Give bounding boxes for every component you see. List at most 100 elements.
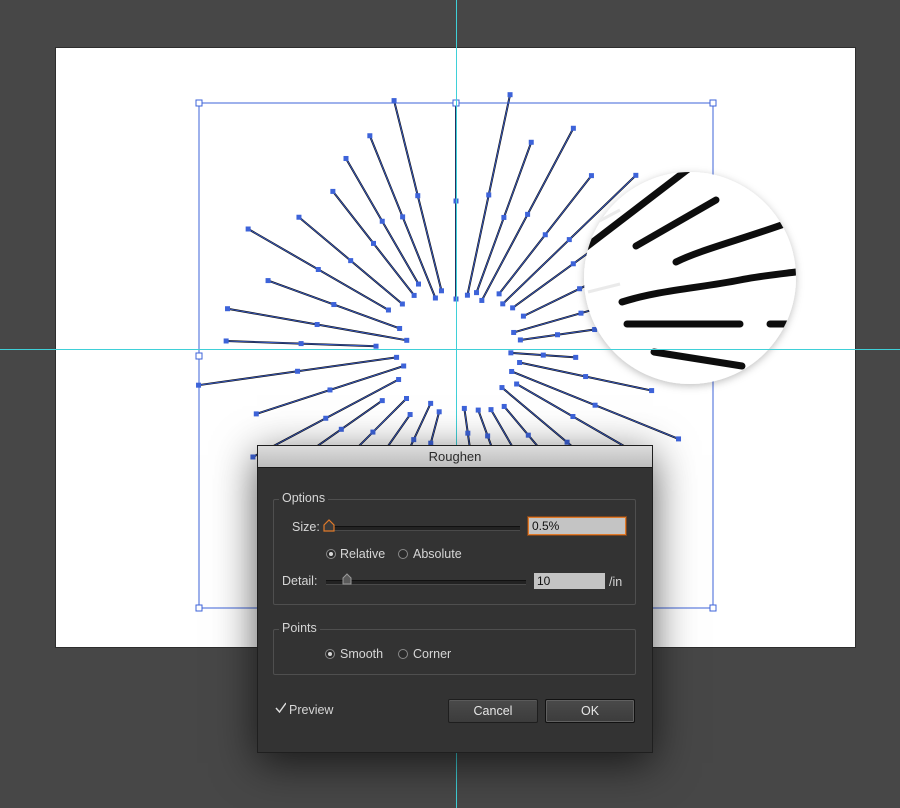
anchor-point[interactable] (511, 329, 517, 335)
anchor-point[interactable] (578, 310, 584, 316)
anchor-point[interactable] (676, 436, 682, 442)
checkmark-icon[interactable] (275, 702, 286, 713)
anchor-point[interactable] (330, 188, 336, 194)
anchor-point[interactable] (583, 374, 589, 380)
anchor-point[interactable] (517, 337, 523, 343)
ok-button[interactable]: OK (545, 699, 635, 723)
size-slider-thumb[interactable] (323, 519, 335, 532)
bounding-box-handle[interactable] (195, 99, 203, 107)
anchor-point[interactable] (379, 218, 385, 224)
anchor-point[interactable] (474, 290, 480, 296)
bounding-box-handle[interactable] (709, 99, 717, 107)
anchor-point[interactable] (407, 412, 413, 418)
anchor-point[interactable] (373, 343, 379, 349)
bounding-box-handle[interactable] (195, 604, 203, 612)
anchor-point[interactable] (338, 426, 344, 432)
anchor-point[interactable] (367, 133, 373, 139)
anchor-point[interactable] (401, 363, 407, 369)
size-input[interactable]: 0.5% (528, 517, 626, 535)
detail-input[interactable]: 10 (534, 573, 605, 589)
anchor-point[interactable] (592, 327, 598, 333)
corner-radio[interactable] (398, 649, 408, 659)
anchor-point[interactable] (385, 307, 391, 313)
anchor-point[interactable] (520, 313, 526, 319)
anchor-point[interactable] (411, 437, 417, 443)
anchor-point[interactable] (348, 258, 354, 264)
anchor-point[interactable] (485, 433, 491, 439)
relative-radio[interactable] (326, 549, 336, 559)
anchor-point[interactable] (566, 237, 572, 243)
anchor-point[interactable] (509, 368, 515, 374)
anchor-point[interactable] (397, 325, 403, 331)
anchor-point[interactable] (570, 261, 576, 267)
anchor-point[interactable] (501, 403, 507, 409)
anchor-point[interactable] (488, 407, 494, 413)
corner-label[interactable]: Corner (413, 647, 451, 661)
anchor-point[interactable] (500, 301, 506, 307)
preview-label[interactable]: Preview (289, 703, 333, 717)
smooth-radio[interactable] (325, 649, 335, 659)
anchor-point[interactable] (432, 295, 438, 301)
anchor-point[interactable] (250, 454, 256, 460)
anchor-point[interactable] (404, 337, 410, 343)
anchor-point[interactable] (371, 240, 377, 246)
anchor-point[interactable] (295, 368, 301, 374)
absolute-label[interactable]: Absolute (413, 547, 462, 561)
anchor-point[interactable] (411, 292, 417, 298)
anchor-point[interactable] (573, 354, 579, 360)
anchor-point[interactable] (298, 341, 304, 347)
anchor-point[interactable] (525, 211, 531, 217)
anchor-point[interactable] (588, 173, 594, 179)
anchor-point[interactable] (223, 338, 229, 344)
anchor-point[interactable] (540, 352, 546, 358)
anchor-point[interactable] (396, 377, 402, 383)
anchor-point[interactable] (323, 415, 329, 421)
anchor-point[interactable] (555, 332, 561, 338)
anchor-point[interactable] (479, 297, 485, 303)
anchor-point[interactable] (415, 193, 421, 199)
anchor-point[interactable] (514, 381, 520, 387)
size-slider-track[interactable] (324, 526, 520, 531)
anchor-point[interactable] (225, 306, 231, 312)
anchor-point[interactable] (461, 405, 467, 411)
anchor-point[interactable] (592, 402, 598, 408)
anchor-point[interactable] (253, 411, 259, 417)
anchor-point[interactable] (501, 214, 507, 220)
anchor-point[interactable] (265, 278, 271, 284)
anchor-point[interactable] (391, 98, 397, 104)
anchor-point[interactable] (399, 301, 405, 307)
absolute-radio[interactable] (398, 549, 408, 559)
anchor-point[interactable] (296, 214, 302, 220)
anchor-point[interactable] (394, 354, 400, 360)
smooth-label[interactable]: Smooth (340, 647, 383, 661)
anchor-point[interactable] (577, 286, 583, 292)
anchor-point[interactable] (570, 414, 576, 419)
anchor-point[interactable] (379, 398, 385, 404)
anchor-point[interactable] (400, 214, 406, 220)
anchor-point[interactable] (436, 409, 442, 415)
anchor-point[interactable] (510, 305, 516, 311)
anchor-point[interactable] (438, 288, 444, 294)
detail-slider-thumb[interactable] (342, 573, 352, 585)
roughen-dialog[interactable]: Roughen Options Size: 0.5% Relative Abso… (257, 445, 653, 753)
anchor-point[interactable] (517, 360, 523, 366)
anchor-point[interactable] (428, 400, 434, 406)
anchor-point[interactable] (331, 302, 337, 308)
anchor-point[interactable] (486, 192, 492, 198)
anchor-point[interactable] (343, 155, 349, 161)
anchor-point[interactable] (370, 429, 376, 435)
anchor-point[interactable] (475, 407, 481, 413)
horizontal-guide[interactable] (0, 349, 900, 350)
anchor-point[interactable] (499, 385, 505, 391)
anchor-point[interactable] (633, 172, 639, 178)
bounding-box-handle[interactable] (709, 604, 717, 612)
anchor-point[interactable] (508, 350, 514, 356)
anchor-point[interactable] (542, 232, 548, 238)
anchor-point[interactable] (507, 92, 513, 98)
anchor-point[interactable] (315, 267, 321, 272)
bounding-box-handle[interactable] (195, 352, 203, 360)
anchor-point[interactable] (564, 439, 570, 445)
cancel-button[interactable]: Cancel (448, 699, 538, 723)
anchor-point[interactable] (416, 281, 421, 287)
anchor-point[interactable] (496, 291, 502, 297)
